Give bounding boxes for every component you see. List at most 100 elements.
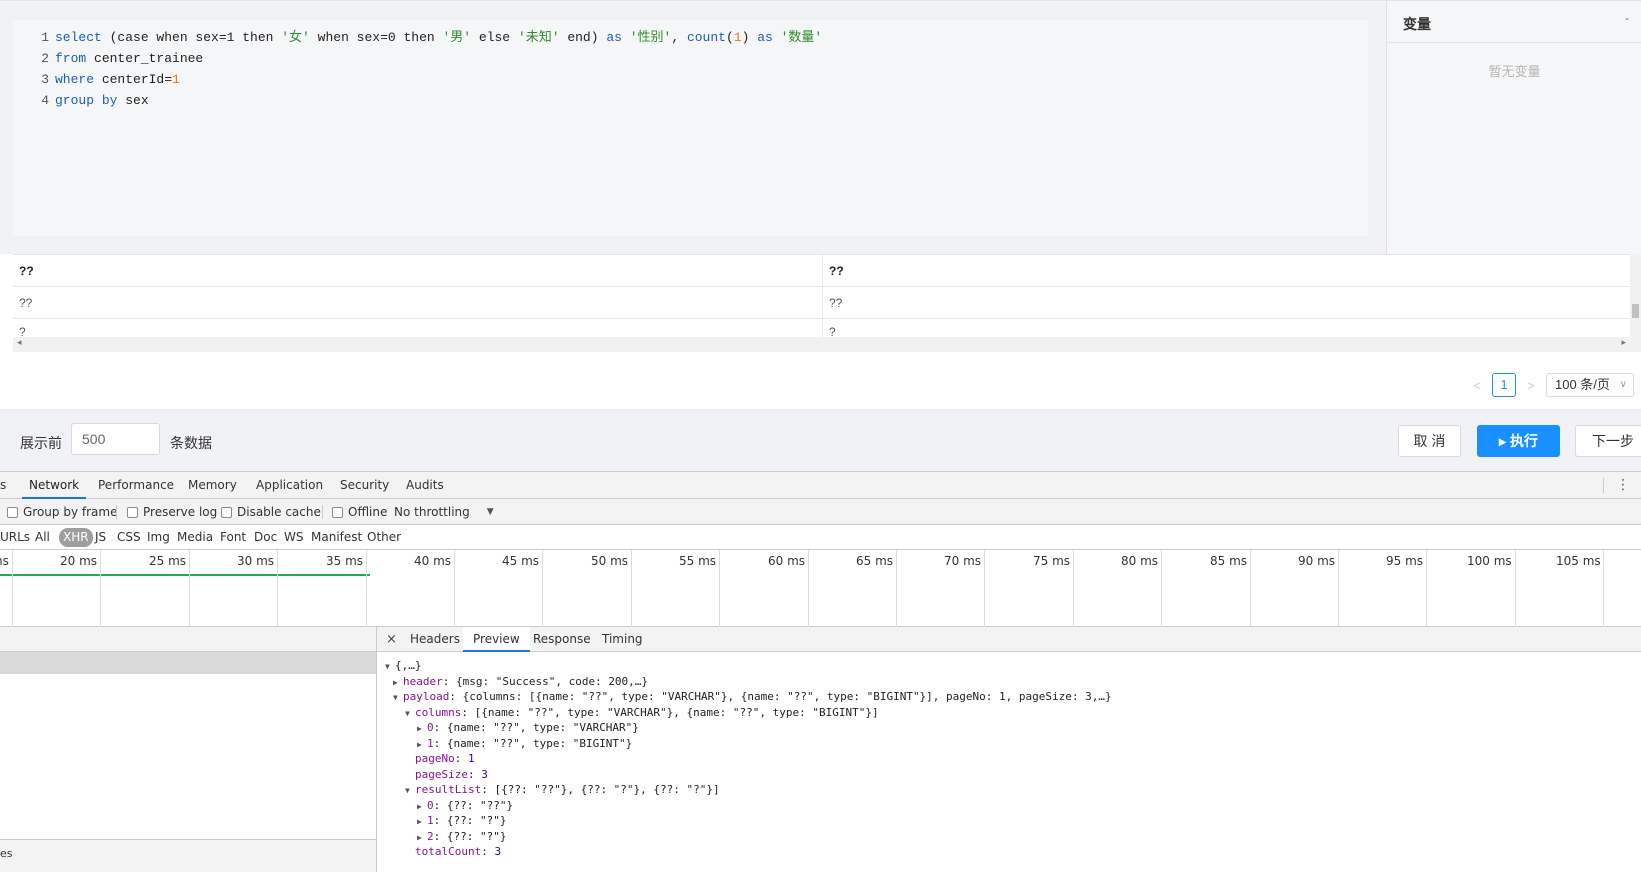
- page-size-select[interactable]: 100 条/页 ∨: [1546, 373, 1634, 397]
- table-cell[interactable]: ??: [13, 287, 823, 319]
- timeline-tick-label: 20 ms: [60, 554, 98, 568]
- group-by-frame-checkbox[interactable]: Group by frame: [7, 499, 117, 525]
- json-node-column-1[interactable]: ▶ 1: {name: "??", type: "BIGINT"}: [385, 736, 1635, 752]
- filter-urls[interactable]: URLs: [0, 528, 34, 547]
- chevron-down-icon: ∨: [1619, 379, 1627, 390]
- more-options-icon[interactable]: ⋮: [1616, 472, 1630, 499]
- next-step-button[interactable]: 下一步: [1575, 425, 1641, 457]
- request-list: es: [0, 627, 377, 872]
- checkbox-icon: [127, 506, 138, 518]
- timeline-tick-label: 25 ms: [149, 554, 187, 568]
- tab-preview[interactable]: Preview: [463, 627, 530, 652]
- filter-js[interactable]: JS: [91, 528, 110, 547]
- collapsed-triangle-icon: ▶: [417, 832, 422, 842]
- json-node-columns[interactable]: ▼ columns: [{name: "??", type: "VARCHAR"}…: [385, 705, 1635, 721]
- tab-memory[interactable]: Memory: [188, 472, 237, 499]
- column-header[interactable]: ??: [13, 255, 823, 287]
- filter-xhr[interactable]: XHR: [59, 528, 93, 547]
- throttling-value: No throttling: [394, 505, 470, 519]
- json-node-resultlist[interactable]: ▼ resultList: [{??: "??"}, {??: "?"}, {??…: [385, 782, 1635, 798]
- preserve-log-checkbox[interactable]: Preserve log: [127, 499, 217, 525]
- code-text: else: [471, 30, 518, 45]
- timeline-gridline: [366, 550, 367, 627]
- code-text: center_trainee: [86, 51, 204, 66]
- selected-request-row[interactable]: [0, 652, 376, 674]
- tab-sources[interactable]: s: [0, 472, 6, 499]
- scrollbar-thumb[interactable]: [1632, 304, 1639, 318]
- table-cell[interactable]: ?: [13, 319, 823, 338]
- prev-page-icon[interactable]: <: [1470, 378, 1484, 393]
- resource-filter-bar: URLs All XHR JS CSS Img Media Font Doc W…: [0, 525, 1641, 550]
- json-node-totalcount: totalCount: 3: [415, 845, 502, 858]
- next-page-icon[interactable]: >: [1524, 378, 1538, 393]
- cancel-button[interactable]: 取 消: [1398, 425, 1461, 457]
- json-node-result-0[interactable]: ▶ 0: {??: "??"}: [385, 798, 1635, 814]
- throttling-select[interactable]: No throttling ▼: [394, 499, 494, 525]
- row-limit-label: 展示前: [20, 435, 62, 451]
- expanded-triangle-icon: ▼: [405, 786, 410, 795]
- tab-performance[interactable]: Performance: [98, 472, 174, 499]
- timeline-tick-label: 75 ms: [1033, 554, 1071, 568]
- filter-manifest[interactable]: Manifest: [307, 528, 366, 547]
- tab-audits[interactable]: Audits: [406, 472, 444, 499]
- timeline-gridline: [277, 550, 278, 627]
- collapse-icon[interactable]: -: [1625, 11, 1629, 25]
- filter-media[interactable]: Media: [173, 528, 217, 547]
- run-button[interactable]: ▸ 执行: [1477, 425, 1560, 457]
- code-text: end): [559, 30, 607, 45]
- json-node-root[interactable]: ▼ {,…}: [385, 658, 1635, 674]
- timeline-tick-label: 100 ms: [1467, 554, 1512, 568]
- string-literal: '未知': [517, 30, 560, 45]
- column-header[interactable]: ??: [823, 255, 1630, 287]
- json-node-column-0[interactable]: ▶ 0: {name: "??", type: "VARCHAR"}: [385, 720, 1635, 736]
- json-node-result-1[interactable]: ▶ 1: {??: "?"}: [385, 813, 1635, 829]
- code-text: (case when sex=1 then: [101, 30, 282, 45]
- variables-empty-text: 暂无变量: [1488, 64, 1541, 79]
- scroll-left-icon[interactable]: ◂: [17, 337, 22, 348]
- filter-all[interactable]: All: [31, 528, 54, 547]
- timeline-gridline: [808, 550, 809, 627]
- table-cell[interactable]: ??: [823, 287, 1630, 319]
- function-count: count: [686, 30, 726, 45]
- checkbox-icon: [332, 506, 343, 518]
- filter-font[interactable]: Font: [216, 528, 250, 547]
- page-number-button[interactable]: 1: [1492, 373, 1516, 397]
- filter-ws[interactable]: WS: [280, 528, 307, 547]
- json-node-payload[interactable]: ▼ payload: {columns: [{name: "??", type: …: [385, 689, 1635, 705]
- string-literal: '男': [442, 30, 472, 45]
- close-icon[interactable]: ×: [386, 627, 397, 652]
- table-cell[interactable]: ?: [823, 319, 1630, 338]
- json-node-header[interactable]: ▶ header: {msg: "Success", code: 200,…}: [385, 674, 1635, 690]
- code-line-3: 3 where centerId= 1: [13, 69, 1368, 90]
- tab-timing[interactable]: Timing: [602, 627, 643, 652]
- scroll-right-icon[interactable]: ▸: [1621, 337, 1626, 348]
- checkbox-icon: [7, 506, 18, 518]
- row-limit-suffix: 条数据: [170, 435, 212, 451]
- tab-headers[interactable]: Headers: [410, 627, 460, 652]
- json-node-result-2[interactable]: ▶ 2: {??: "?"}: [385, 829, 1635, 845]
- tab-application[interactable]: Application: [256, 472, 323, 499]
- filter-img[interactable]: Img: [143, 528, 174, 547]
- action-bar: 展示前 500 条数据 取 消 ▸ 执行 下一步: [0, 409, 1641, 471]
- tab-security[interactable]: Security: [340, 472, 389, 499]
- row-limit-input[interactable]: 500: [71, 423, 160, 455]
- horizontal-scrollbar[interactable]: ◂ ▸: [13, 337, 1630, 352]
- network-overview-timeline[interactable]: ns 20 ms 25 ms 30 ms 35 ms 40 ms 45 ms 50 ms 55 …: [0, 550, 1641, 627]
- timeline-gridline: [189, 550, 190, 627]
- offline-checkbox[interactable]: Offline: [332, 499, 387, 525]
- tab-response[interactable]: Response: [533, 627, 591, 652]
- vertical-scrollbar[interactable]: [1630, 254, 1641, 352]
- request-detail-panel: × Headers Preview Response Timing ▼ {,…} …: [377, 627, 1641, 872]
- filter-other[interactable]: Other: [363, 528, 405, 547]
- variables-panel: 变量 - 暂无变量: [1386, 1, 1641, 254]
- code-text: (: [725, 30, 734, 45]
- disable-cache-checkbox[interactable]: Disable cache: [221, 499, 321, 525]
- filter-css[interactable]: CSS: [113, 528, 145, 547]
- tab-network[interactable]: Network: [22, 472, 87, 499]
- timeline-tick-label: 40 ms: [414, 554, 452, 568]
- filter-doc[interactable]: Doc: [250, 528, 281, 547]
- timeline-tick-label: 55 ms: [679, 554, 717, 568]
- sql-editor[interactable]: 1 select (case when sex=1 then '女' when …: [13, 20, 1368, 236]
- timeline-gridline: [719, 550, 720, 627]
- collapsed-triangle-icon: ▶: [417, 724, 422, 733]
